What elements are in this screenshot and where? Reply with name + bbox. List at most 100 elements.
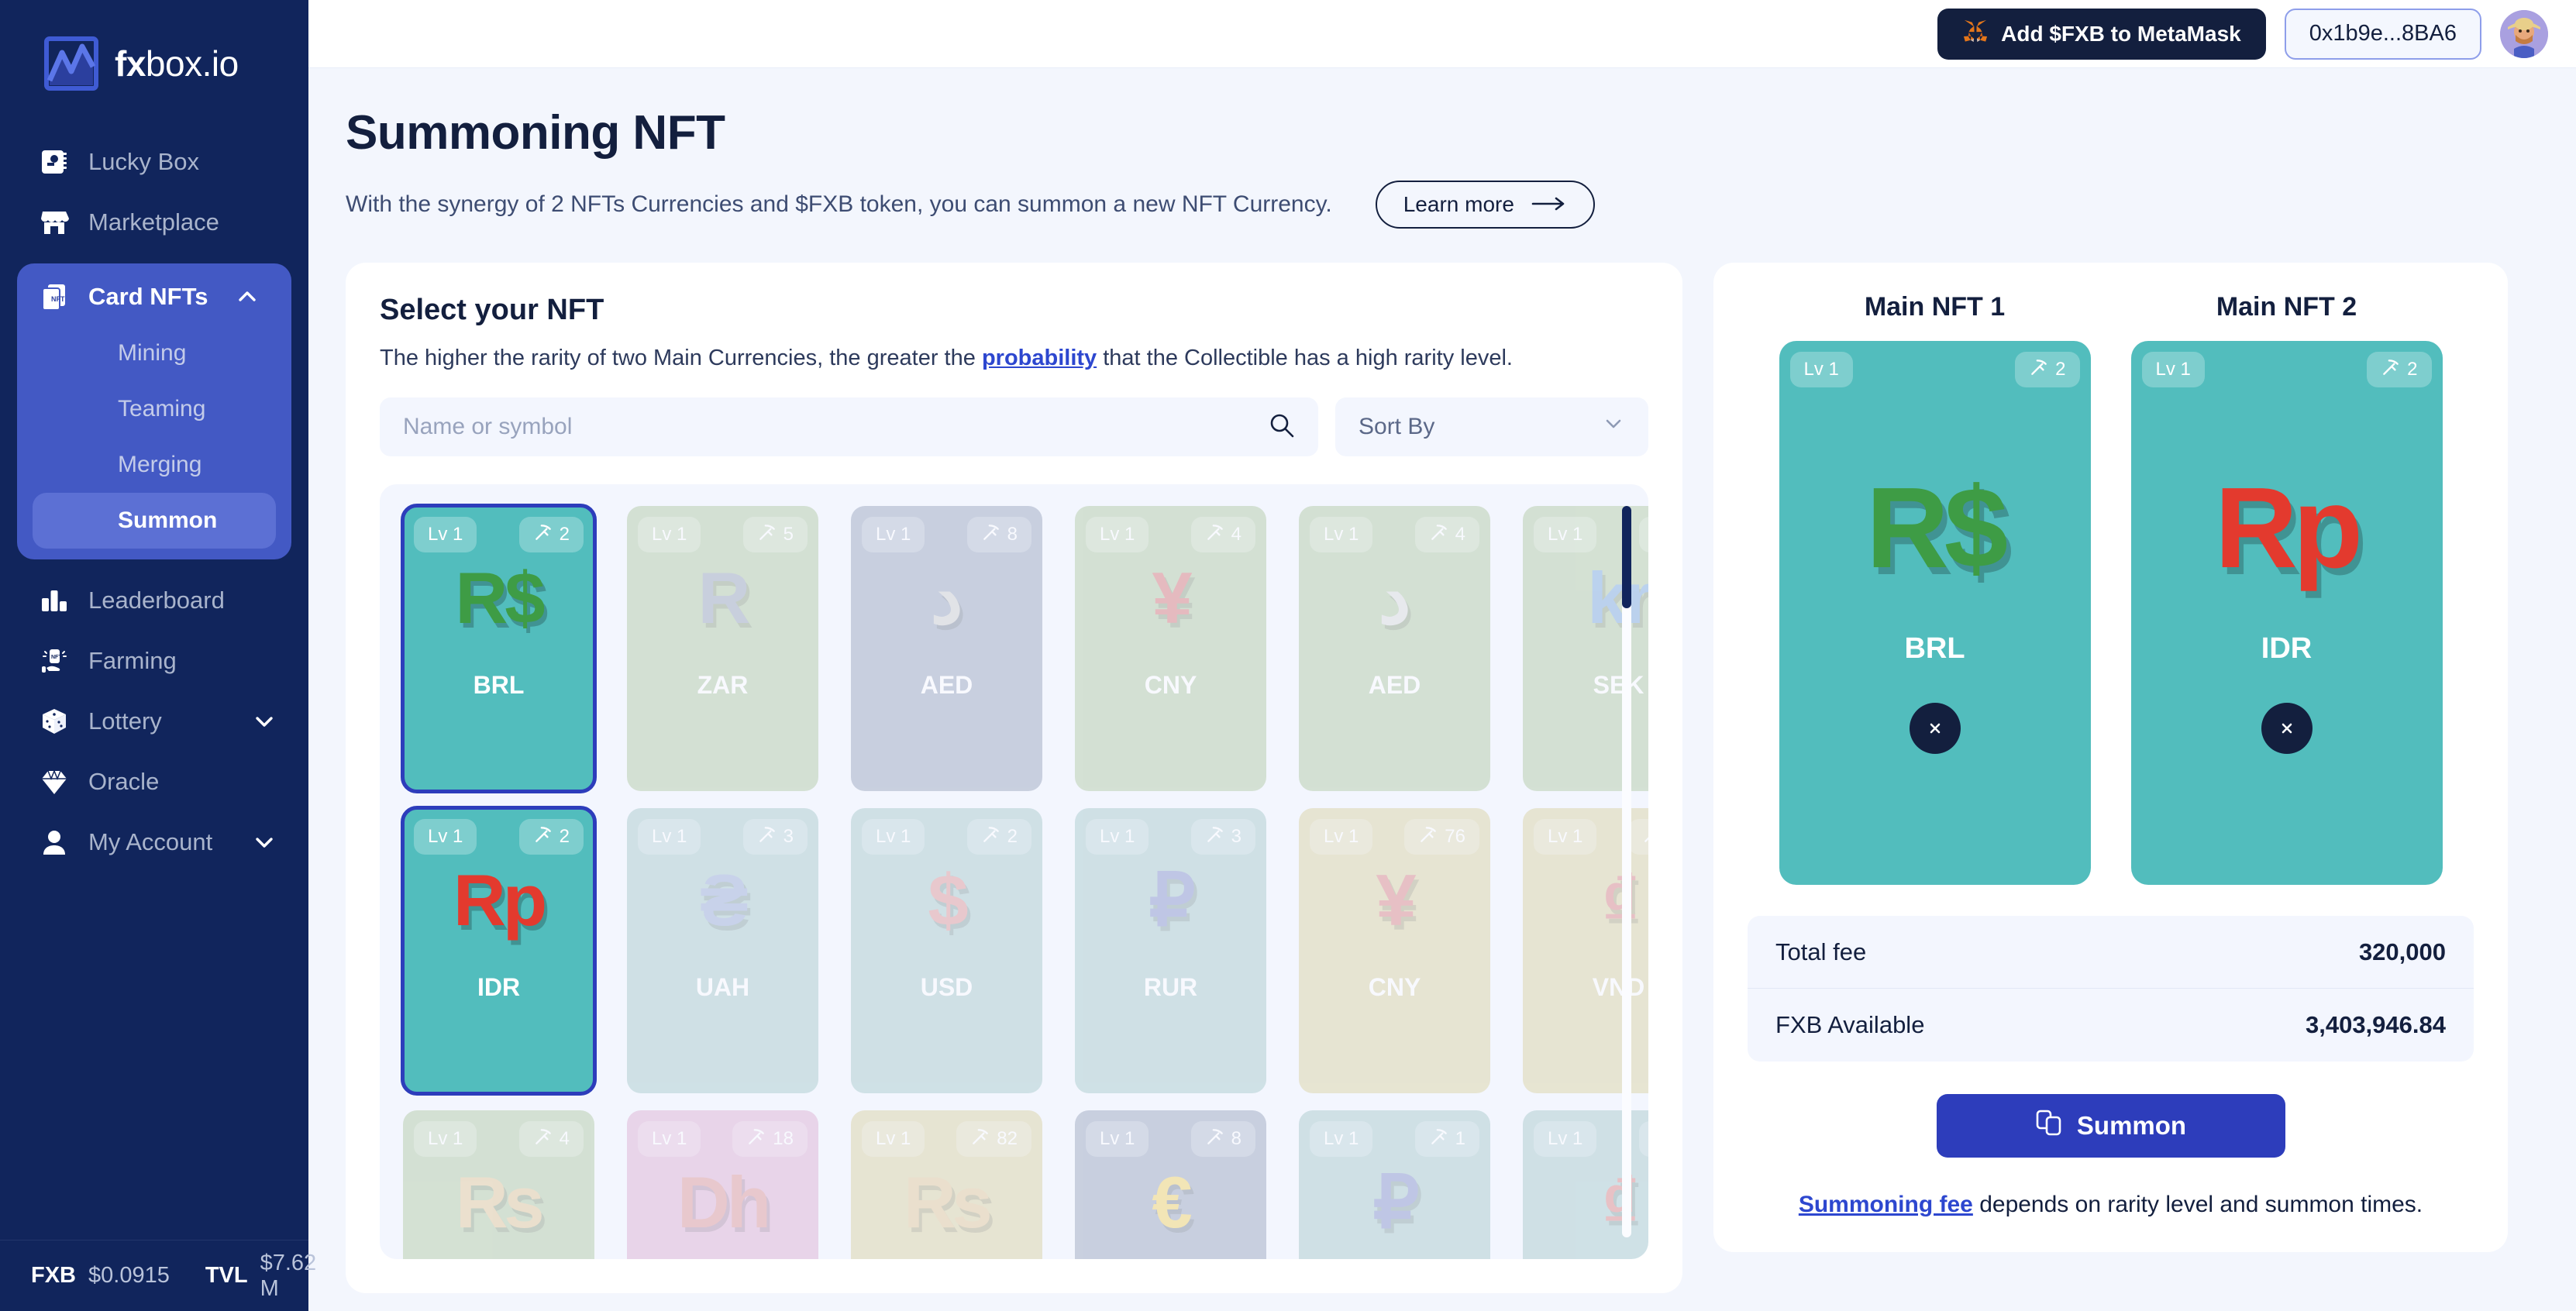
mining-badge: 2 — [966, 819, 1031, 855]
level-badge: Lv 1 — [1534, 517, 1597, 552]
grid-scrollbar-track[interactable] — [1622, 506, 1631, 1237]
avatar[interactable] — [2500, 9, 2548, 58]
level-badge: Lv 1 — [862, 517, 925, 552]
sidebar-item-card-nfts[interactable]: NFT Card NFTs — [17, 268, 291, 325]
nft-card-badges: Lv 1 8 — [1086, 1121, 1255, 1157]
nft-card[interactable]: Lv 1 5 R ZAR — [627, 506, 818, 791]
nft-card[interactable]: Lv 1 3 ₽ RUR — [1075, 808, 1266, 1093]
desc-after: that the Collectible has a high rarity l… — [1097, 346, 1513, 370]
chevron-down-icon[interactable] — [251, 829, 277, 855]
chevron-up-icon — [234, 284, 260, 310]
fxb-label: FXB — [31, 1263, 76, 1288]
sidebar-item-farming[interactable]: NFT Farming — [0, 631, 308, 691]
pickaxe-icon — [1429, 1127, 1449, 1152]
main-nft-slot: Main NFT 2 Lv 1 2 Rp IDR — [2130, 292, 2443, 885]
sidebar-footer-stats: FXB $0.0915 TVL $7.62 M — [0, 1240, 316, 1311]
level-badge: Lv 1 — [414, 517, 477, 552]
nft-card[interactable]: Lv 1 4 ₨ — [403, 1110, 594, 1259]
sidebar-item-lottery[interactable]: Lottery — [0, 691, 308, 752]
sort-by-select[interactable]: Sort By — [1335, 397, 1648, 456]
slot-badges: Lv 1 2 — [2141, 352, 2432, 387]
sidebar-item-my-account[interactable]: My Account — [0, 812, 308, 872]
nft-card[interactable]: Lv 1 8 € — [1075, 1110, 1266, 1259]
summoning-fee-link[interactable]: Summoning fee — [1799, 1192, 1973, 1217]
level-badge: Lv 1 — [1086, 517, 1149, 552]
nft-card[interactable]: Lv 1 2 Rp IDR — [401, 806, 597, 1096]
wallet-address-button[interactable]: 0x1b9e...8BA6 — [2284, 8, 2481, 60]
nft-card[interactable]: Lv 1 8 د AED — [851, 506, 1042, 791]
brand-logo[interactable]: fxbox.io — [0, 0, 308, 91]
nft-card[interactable]: Lv 1 4 د AED — [1299, 506, 1490, 791]
remove-nft-button[interactable] — [2261, 703, 2313, 754]
slot-card[interactable]: Lv 1 2 Rp IDR — [2130, 341, 2443, 885]
nft-card[interactable]: Lv 1 3 ₴ UAH — [627, 808, 818, 1093]
currency-code: USD — [920, 973, 973, 1001]
sidebar-subitem-label: Merging — [118, 452, 202, 477]
pickaxe-icon — [2381, 357, 2401, 383]
search-field[interactable] — [380, 397, 1318, 456]
remove-nft-button[interactable] — [1909, 703, 1961, 754]
metamask-label: Add $FXB to MetaMask — [2001, 21, 2241, 46]
summoning-fee-note-rest: depends on rarity level and summon times… — [1972, 1192, 2423, 1217]
nft-card[interactable]: Lv 1 82 ₨ — [851, 1110, 1042, 1259]
pickaxe-icon — [981, 522, 1001, 548]
pickaxe-icon — [757, 522, 777, 548]
sidebar-item-leaderboard[interactable]: Leaderboard — [0, 570, 308, 631]
slot-card[interactable]: Lv 1 2 R$ BRL — [1779, 341, 2091, 885]
panels-row: Select your NFT The higher the rarity of… — [346, 263, 2536, 1293]
currency-glyph: ₴ — [700, 859, 749, 941]
nft-card[interactable]: Lv 1 1 ₽ — [1299, 1110, 1490, 1259]
currency-glyph: ₨ — [903, 1161, 993, 1243]
nft-card[interactable]: Lv 1 2 $ USD — [851, 808, 1042, 1093]
sidebar-subitem-mining[interactable]: Mining — [33, 325, 276, 381]
currency-glyph: kr — [1587, 557, 1648, 638]
sidebar-subitem-label: Mining — [118, 340, 187, 366]
sidebar-nav: Lucky Box Marketplace NFT Card NFTs Mini… — [0, 132, 308, 872]
mining-badge: 3 — [742, 819, 808, 855]
pickaxe-icon — [746, 1127, 766, 1152]
pickaxe-icon — [1418, 824, 1438, 850]
mining-badge: 18 — [732, 1121, 808, 1157]
currency-glyph: R — [697, 557, 751, 638]
arrow-right-icon — [1531, 192, 1567, 217]
sidebar-item-oracle[interactable]: Oracle — [0, 752, 308, 812]
page-subtitle: With the synergy of 2 NFTs Currencies an… — [346, 191, 1332, 217]
level-badge: Lv 1 — [1310, 819, 1373, 855]
nft-card[interactable]: Lv 1 76 ¥ CNY — [1299, 808, 1490, 1093]
search-icon[interactable] — [1269, 412, 1295, 442]
currency-code: UAH — [695, 973, 750, 1001]
sidebar-item-label: Marketplace — [88, 208, 219, 236]
grid-scrollbar-thumb[interactable] — [1622, 506, 1631, 608]
level-badge: Lv 1 — [862, 819, 925, 855]
nft-card[interactable]: Lv 1 4 ¥ CNY — [1075, 506, 1266, 791]
currency-glyph: ¥ — [1152, 557, 1192, 638]
main-nft-slot: Main NFT 1 Lv 1 2 R$ BRL — [1779, 292, 2091, 885]
level-badge: Lv 1 — [638, 1121, 701, 1157]
summon-button[interactable]: Summon — [1936, 1094, 2285, 1158]
currency-glyph: ₽ — [1372, 1161, 1420, 1243]
search-input[interactable] — [403, 414, 1269, 440]
sidebar-subitem-teaming[interactable]: Teaming — [33, 381, 276, 437]
add-fxb-to-metamask-button[interactable]: Add $FXB to MetaMask — [1937, 8, 2266, 60]
brand-name-bold: fx — [115, 43, 146, 84]
total-fee-value: 320,000 — [2358, 938, 2446, 965]
fxbox-logo-icon — [43, 36, 99, 91]
learn-more-button[interactable]: Learn more — [1375, 181, 1595, 229]
currency-code: AED — [920, 671, 973, 699]
probability-link[interactable]: probability — [982, 346, 1097, 370]
topbar: Add $FXB to MetaMask 0x1b9e...8BA6 — [308, 0, 2576, 68]
sidebar-subitem-summon[interactable]: Summon — [33, 493, 276, 549]
select-nft-panel: Select your NFT The higher the rarity of… — [346, 263, 1682, 1293]
currency-code: AED — [1368, 671, 1421, 699]
nft-card[interactable]: Lv 1 18 Dh — [627, 1110, 818, 1259]
nft-card-badges: Lv 1 4 — [414, 1121, 584, 1157]
level-badge: Lv 1 — [1534, 819, 1597, 855]
fxb-available-label: FXB Available — [1775, 1011, 1925, 1038]
nft-grid: Lv 1 2 R$ BRL Lv 1 5 R ZAR Lv 1 8 د AED Lv 1 4 ¥ CNY Lv … — [401, 504, 1648, 1259]
sidebar-item-lucky-box[interactable]: Lucky Box — [0, 132, 308, 192]
sidebar-item-marketplace[interactable]: Marketplace — [0, 192, 308, 253]
sidebar-subitem-merging[interactable]: Merging — [33, 437, 276, 493]
pickaxe-icon — [533, 1127, 553, 1152]
chevron-down-icon[interactable] — [251, 708, 277, 735]
nft-card[interactable]: Lv 1 2 R$ BRL — [401, 504, 597, 793]
